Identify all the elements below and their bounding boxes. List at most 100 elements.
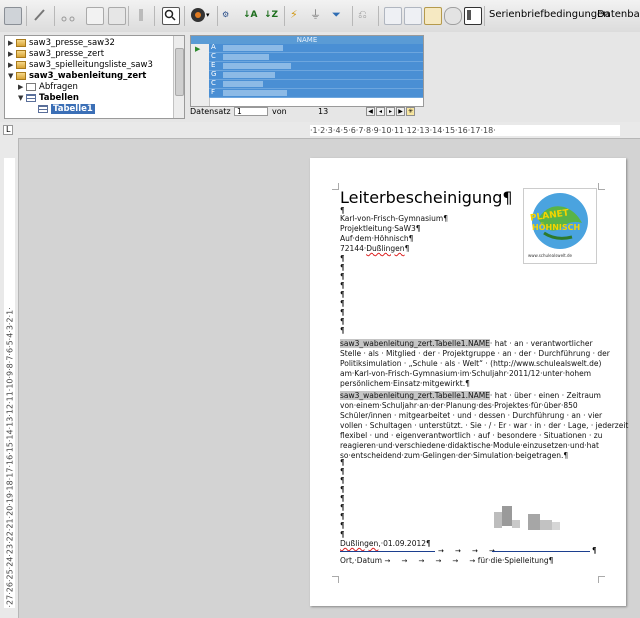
data-to-text-icon[interactable] [384,7,402,25]
collapse-icon[interactable]: ▼ [8,71,16,82]
signature-image[interactable] [488,506,568,536]
cell-initial: C [211,52,216,60]
mail-merge-icon[interactable] [424,7,442,25]
mail-merge-conditions-button[interactable]: Serienbriefbedingungen [489,9,610,20]
date-place: Dußlingen [340,539,379,548]
folder-icon [16,71,26,80]
horizontal-ruler[interactable]: L ·1·2·3·4·5·6·7·8·9·10·11·12·13·14·15·1… [0,122,640,139]
paste-icon[interactable] [108,7,126,25]
tree-item-label: saw3_wabenleitung_zert [29,71,147,81]
address-line: Projektleitung·SaW3¶ [340,224,421,233]
table-row[interactable]: F [209,88,423,98]
scrollbar-thumb[interactable] [175,48,184,96]
address-line: Karl-von-Frisch-Gymnasium¶ [340,214,448,223]
autofilter-icon[interactable]: ⚡ [290,7,306,23]
database-icon[interactable] [190,7,206,23]
paragraph-line: Stelle · als · Mitglied · der · Projektg… [340,349,610,358]
edit-pencil-icon[interactable] [32,7,48,23]
signature-pixel [528,514,540,530]
table-row[interactable]: C [209,79,423,89]
cell-initial: C [211,79,216,87]
next-record-button[interactable]: ▸ [386,107,395,116]
paragraph-mark: ¶ [404,244,410,253]
paragraph-text: · hat · über · einen · Zeitraum [489,391,601,400]
database-button[interactable]: Datenbank [597,9,640,20]
mail-merge-field[interactable]: saw3_wabenleitung_zert.Tabelle1.NAME [340,339,490,348]
document-title[interactable]: Leiterbescheinigung¶ [340,188,513,208]
apply-filter-icon[interactable]: ⏷ [332,7,348,23]
tree-item-selected[interactable]: Tabelle1 [38,104,95,115]
new-record-button[interactable]: ✳ [406,107,415,116]
expand-icon[interactable]: ▶ [8,60,16,71]
clone-formatting-icon[interactable] [133,7,149,23]
paragraph-mark: ¶ [340,326,345,335]
paragraph-text: · hat · an · verantwortlicher [489,339,593,348]
redacted-cell [223,63,291,69]
paragraph-line: vollen · Schultagen · unterstützt. · Sie… [340,421,629,430]
toolbar-separator [217,6,218,26]
chevron-down-icon[interactable]: ▾ [206,7,214,23]
folder-icon [16,60,26,69]
text-boundary-corner [332,576,339,583]
sort-ascending-icon[interactable]: ↓A [243,7,259,23]
expand-icon[interactable]: ▶ [8,49,16,60]
explorer-toggle-icon[interactable] [464,7,482,25]
table-row[interactable]: G [209,70,423,80]
paragraph-line: Schüler/innen · mitgearbeitet · und · de… [340,411,603,420]
previous-record-button[interactable]: ◂ [376,107,385,116]
tree-item[interactable]: ▶ saw3_presse_saw32 [8,38,115,49]
signature-line-right [492,551,590,552]
save-icon[interactable] [4,7,22,25]
cut-icon[interactable] [60,7,76,23]
table-row[interactable]: A [209,43,423,53]
table-row[interactable]: E [209,61,423,71]
database-tree[interactable]: ▶ saw3_presse_saw32 ▶ saw3_presse_zert ▶ sa… [4,35,185,119]
postal-code: 72144· [340,244,367,253]
data-grid[interactable]: NAME ▶ A C E G C F [190,35,424,107]
tree-scrollbar[interactable] [173,36,184,118]
standard-filter-icon[interactable]: ⏚ [310,7,326,23]
tree-item[interactable]: ▼ saw3_wabenleitung_zert [8,71,146,82]
column-header-name[interactable]: NAME [191,36,423,44]
vertical-ruler[interactable]: ·27·26·25·24·23·22·21·20·19·18·17·16·15·… [0,138,19,618]
toolbar-separator [352,6,353,26]
redacted-cell [223,81,263,87]
expand-icon[interactable]: ▶ [18,82,26,93]
cell-initial: G [211,70,217,78]
table-row[interactable]: C [209,52,423,62]
certificate-paragraph-1[interactable]: saw3_wabenleitung_zert.Tabelle1.NAME· ha… [340,339,610,389]
expand-icon[interactable]: ▶ [8,38,16,49]
tree-item[interactable]: ▶ saw3_spielleitungsliste_saw3 [8,60,153,71]
copy-icon[interactable] [86,7,104,25]
vertical-ruler-numbers: ·27·26·25·24·23·22·21·20·19·18·17·16·15·… [5,307,15,608]
toolbar-separator [26,6,27,26]
collapse-icon[interactable]: ▼ [18,93,26,104]
folder-icon [16,38,26,47]
find-icon[interactable] [162,7,180,25]
last-record-button[interactable]: ▶ [396,107,405,116]
tree-item[interactable]: ▶ Abfragen [18,82,78,93]
certificate-paragraph-2[interactable]: saw3_wabenleitung_zert.Tabelle1.NAME· ha… [340,391,629,461]
paragraph-line: persönlichem·Einsatz·mitgewirkt.¶ [340,379,470,388]
row-handle-column[interactable]: ▶ [191,44,210,106]
signature-caption-line: Ort,·Datum → → → → → → für·die·Spielleit… [340,556,553,566]
planet-hoehnisch-logo[interactable]: PLANET HÖHNISCH www.schulealswelt.de [523,188,597,264]
data-source-icon[interactable] [444,7,462,25]
document-page[interactable]: Leiterbescheinigung¶ PLANET HÖHNISCH www… [310,158,629,606]
tree-item[interactable]: ▼ Tabellen [18,93,79,104]
ruler-scale: ·27·26·25·24·23·22·21·20·19·18·17·16·15·… [4,158,15,608]
redacted-cell [223,45,283,51]
tab-stop-selector[interactable]: L [3,125,13,135]
record-number-input[interactable] [234,107,268,116]
remove-filter-icon[interactable]: ⎌ [358,7,374,23]
mail-merge-field[interactable]: saw3_wabenleitung_zert.Tabelle1.NAME [340,391,490,400]
tree-item-label: Tabellen [39,93,79,103]
data-to-fields-icon[interactable] [404,7,422,25]
first-record-button[interactable]: ◀ [366,107,375,116]
redacted-cell [223,54,269,60]
run-sql-icon[interactable]: ⚙ [222,7,238,23]
tree-item[interactable]: ▶ saw3_presse_zert [8,49,104,60]
signature-pixel [502,506,512,526]
sort-descending-icon[interactable]: ↓Z [264,7,280,23]
toolbar-separator [54,6,55,26]
